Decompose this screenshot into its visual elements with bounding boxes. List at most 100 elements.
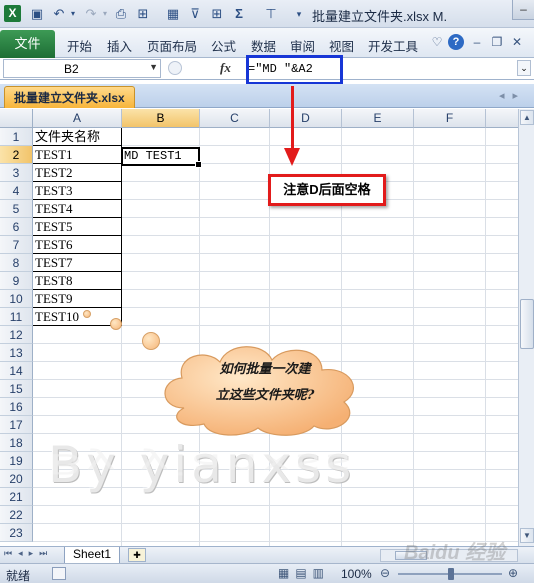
tab-home[interactable]: 开始 (67, 36, 92, 55)
vertical-scrollbar[interactable]: ▲ ▼ (518, 109, 534, 546)
view-mode-icons[interactable]: ▦▤▥ (278, 566, 330, 580)
minimize-icon[interactable]: – (512, 0, 534, 20)
save-icon[interactable]: ▣ (28, 5, 46, 23)
row-header[interactable]: 10 (0, 290, 33, 308)
cell-a2[interactable]: TEST1 (33, 146, 122, 164)
window-close-icon[interactable]: ✕ (508, 33, 526, 51)
tab-review[interactable]: 审阅 (290, 36, 315, 55)
column-header-f[interactable]: F (414, 109, 486, 128)
column-header-d[interactable]: D (270, 109, 342, 128)
row-header[interactable]: 23 (0, 524, 33, 542)
row-header[interactable]: 11 (0, 308, 33, 326)
format-painter-icon[interactable]: ⊞ (134, 5, 152, 23)
annotation-arrow (291, 86, 294, 150)
customize-qat-icon[interactable]: ▾ (290, 5, 308, 23)
row-header[interactable]: 22 (0, 506, 33, 524)
thought-bubble-dot (83, 310, 91, 318)
cell-a10[interactable]: TEST9 (33, 290, 122, 308)
column-header-g[interactable] (486, 109, 518, 128)
tab-file[interactable]: 文件 (0, 30, 55, 58)
cell-a1[interactable]: 文件夹名称 (33, 128, 122, 146)
row-header[interactable]: 6 (0, 218, 33, 236)
formula-bar-resize-icon[interactable] (168, 61, 182, 75)
window-restore-icon[interactable]: – (468, 33, 486, 51)
scroll-down-icon[interactable]: ▼ (520, 528, 534, 543)
cell-a6[interactable]: TEST5 (33, 218, 122, 236)
row-header[interactable]: 5 (0, 200, 33, 218)
tab-developer[interactable]: 开发工具 (368, 36, 418, 55)
scroll-up-icon[interactable]: ▲ (520, 110, 534, 125)
macro-record-icon[interactable] (52, 567, 66, 580)
column-header-b[interactable]: B (122, 109, 200, 128)
sheet-nav-arrows-icon[interactable]: ⏮◂▸⏭ (4, 548, 53, 559)
cell-a7[interactable]: TEST6 (33, 236, 122, 254)
row-header[interactable]: 16 (0, 398, 33, 416)
row-header[interactable]: 8 (0, 254, 33, 272)
cell-a8[interactable]: TEST7 (33, 254, 122, 272)
name-box-dropdown-icon[interactable]: ▼ (149, 62, 158, 72)
tab-data[interactable]: 数据 (251, 36, 276, 55)
status-bar: 就绪 ▦▤▥ 100% ⊖ ⊕ Baidu 经验 (0, 542, 534, 583)
cell-a5[interactable]: TEST4 (33, 200, 122, 218)
window-title: 批量建立文件夹.xlsx M. (312, 9, 448, 24)
row-header[interactable]: 18 (0, 434, 33, 452)
insert-function-icon[interactable]: fx (220, 60, 231, 76)
vertical-scroll-thumb[interactable] (520, 299, 534, 349)
column-header-c[interactable]: C (200, 109, 270, 128)
cell-a3[interactable]: TEST2 (33, 164, 122, 182)
row-header[interactable]: 14 (0, 362, 33, 380)
undo-dropdown-icon[interactable]: ▾ (64, 5, 82, 23)
zoom-level[interactable]: 100% (341, 567, 372, 581)
row-header[interactable]: 3 (0, 164, 33, 182)
author-watermark-reflection: By yianxss (48, 448, 356, 480)
cell-a11[interactable]: TEST10 (33, 308, 122, 326)
borders-icon[interactable]: ⊞ (208, 5, 226, 23)
tab-formulas[interactable]: 公式 (211, 36, 236, 55)
name-box-value: B2 (64, 62, 79, 76)
row-header[interactable]: 12 (0, 326, 33, 344)
thought-bubble-dot (110, 318, 122, 330)
row-header[interactable]: 17 (0, 416, 33, 434)
expand-formula-bar-icon[interactable]: ⌄ (517, 60, 531, 76)
row-header[interactable]: 13 (0, 344, 33, 362)
filter-icon[interactable]: ⊽ (186, 5, 204, 23)
window-maximize-icon[interactable]: ❐ (488, 33, 506, 51)
align-icon[interactable]: ⊤ (262, 5, 280, 23)
autosum-icon[interactable]: Σ (230, 5, 248, 23)
row-header[interactable]: 7 (0, 236, 33, 254)
zoom-out-icon[interactable]: ⊖ (380, 566, 390, 580)
workbook-tab[interactable]: 批量建立文件夹.xlsx (4, 86, 135, 108)
thought-cloud-line-2: 立这些文件夹呢? (215, 388, 315, 403)
thought-cloud-line-1: 如何批量一次建 (219, 362, 311, 377)
row-header[interactable]: 4 (0, 182, 33, 200)
row-header[interactable]: 15 (0, 380, 33, 398)
number-format-icon[interactable]: ▦ (164, 5, 182, 23)
row-header[interactable]: 1 (0, 128, 33, 146)
row-header[interactable]: 19 (0, 452, 33, 470)
workbook-scroll-arrows-icon[interactable]: ◂▸ (499, 89, 526, 102)
name-box[interactable]: B2 ▼ (3, 59, 161, 78)
zoom-in-icon[interactable]: ⊕ (508, 566, 518, 580)
tab-page-layout[interactable]: 页面布局 (147, 36, 197, 55)
sheet-tab-sheet1[interactable]: Sheet1 (64, 547, 121, 564)
select-all-corner[interactable] (0, 109, 33, 128)
zoom-slider-knob[interactable] (448, 568, 454, 580)
insert-sheet-icon[interactable]: ✚ (128, 548, 146, 562)
column-header-e[interactable]: E (342, 109, 414, 128)
row-header[interactable]: 9 (0, 272, 33, 290)
formula-highlight-box (246, 55, 343, 85)
column-header-a[interactable]: A (33, 109, 122, 128)
tab-view[interactable]: 视图 (329, 36, 354, 55)
status-ready: 就绪 (6, 569, 31, 583)
tab-insert[interactable]: 插入 (107, 36, 132, 55)
row-header[interactable]: 2 (0, 146, 33, 164)
row-header[interactable]: 20 (0, 470, 33, 488)
row-header[interactable]: 21 (0, 488, 33, 506)
print-preview-icon[interactable]: ⎙ (112, 5, 130, 23)
ribbon-minimize-icon[interactable]: ♡ (428, 33, 446, 51)
excel-app-icon[interactable]: X (4, 5, 21, 22)
cell-b2[interactable]: MD TEST1 (121, 147, 202, 168)
cell-a9[interactable]: TEST8 (33, 272, 122, 290)
cell-a4[interactable]: TEST3 (33, 182, 122, 200)
help-icon[interactable]: ? (448, 34, 464, 50)
